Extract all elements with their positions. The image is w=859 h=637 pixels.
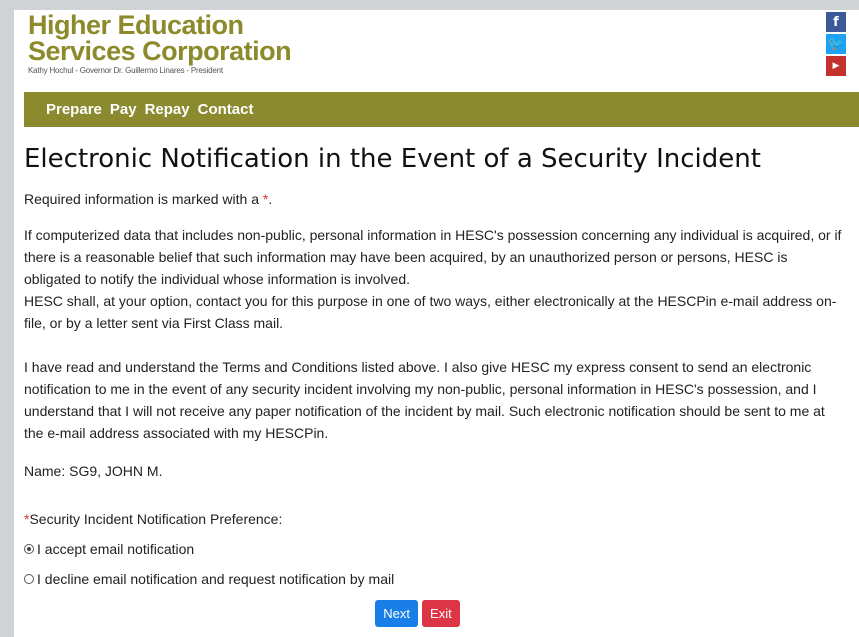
page-title: Electronic Notification in the Event of … <box>24 144 761 174</box>
social-links: f 🐦 ▶ <box>826 12 848 78</box>
youtube-icon[interactable]: ▶ <box>826 56 846 76</box>
site-header: Higher Education Services Corporation Ka… <box>28 12 848 92</box>
option-decline-label: I decline email notification and request… <box>37 571 395 587</box>
nav-contact[interactable]: Contact <box>198 101 254 118</box>
option-accept-email[interactable]: I accept email notification <box>24 538 844 560</box>
hesc-logo[interactable]: Higher Education Services Corporation Ka… <box>28 10 848 76</box>
option-decline-email[interactable]: I decline email notification and request… <box>24 568 844 590</box>
consent-paragraph: I have read and understand the Terms and… <box>24 359 825 441</box>
next-button[interactable]: Next <box>375 600 419 627</box>
nav-pay[interactable]: Pay <box>110 101 137 118</box>
logo-subtitle: Kathy Hochul - Governor Dr. Guillermo Li… <box>28 66 223 75</box>
notice-paragraph-2: HESC shall, at your option, contact you … <box>24 293 837 331</box>
required-note: Required information is marked with a *. <box>24 191 273 207</box>
main-nav: Prepare Pay Repay Contact <box>24 92 859 127</box>
facebook-icon[interactable]: f <box>826 12 846 32</box>
notice-paragraph-1: If computerized data that includes non-p… <box>24 227 842 287</box>
radio-decline-email[interactable] <box>24 574 34 584</box>
exit-button[interactable]: Exit <box>422 600 460 627</box>
option-accept-label: I accept email notification <box>37 541 195 557</box>
main-content: Electronic Notification in the Event of … <box>24 130 844 598</box>
nav-repay[interactable]: Repay <box>145 101 190 118</box>
nav-prepare[interactable]: Prepare <box>46 101 102 118</box>
twitter-icon[interactable]: 🐦 <box>826 34 846 54</box>
logo-line-1: Higher Education <box>28 10 244 40</box>
radio-accept-email[interactable] <box>24 544 34 554</box>
name-line: Name: SG9, JOHN M. <box>24 463 163 479</box>
logo-line-2: Services Corporation <box>28 36 292 66</box>
preference-label: *Security Incident Notification Preferen… <box>24 511 283 527</box>
action-buttons: Next Exit <box>0 600 835 627</box>
